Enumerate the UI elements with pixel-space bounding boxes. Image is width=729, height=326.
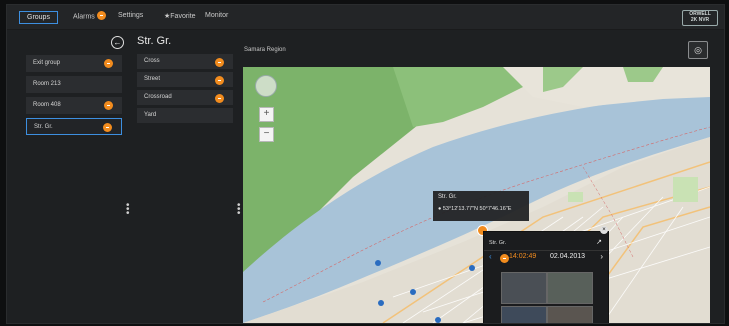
group-item-room-213[interactable]: Room 213	[26, 76, 122, 93]
brand-logo: ORWELL 2K NVR	[682, 10, 718, 26]
group-item-exit[interactable]: Exit group	[26, 55, 122, 72]
camera-thumbnail[interactable]	[501, 272, 547, 304]
camera-thumbnail[interactable]	[501, 306, 547, 323]
subgroup-item-label: Street	[144, 76, 161, 82]
groups-list: Exit group Room 213 Room 408 Str. Gr.	[26, 55, 122, 139]
camera-popup: Str. Gr. ↗ ‹ 14:02:49 02.04.2013 ›	[483, 231, 609, 323]
notification-badge-icon	[103, 123, 112, 132]
group-item-label: Room 408	[33, 102, 61, 108]
tab-alarms-label: Alarms	[73, 13, 95, 21]
group-item-label: Room 213	[33, 81, 61, 87]
resize-handle-icon[interactable]: • • •	[237, 201, 241, 219]
camera-name: Str. Gr.	[489, 240, 507, 246]
tab-settings[interactable]: Settings	[118, 12, 143, 19]
share-icon[interactable]: ↗	[596, 238, 602, 246]
notification-badge-icon	[215, 94, 224, 103]
back-arrow-icon[interactable]: ←	[111, 36, 124, 49]
notification-badge-icon	[104, 59, 113, 68]
brand-logo-line2: 2K NVR	[690, 17, 710, 23]
camera-thumbnail[interactable]	[547, 306, 593, 323]
camera-time: 14:02:49	[509, 253, 537, 260]
pan-control-icon[interactable]	[255, 75, 277, 97]
alarm-badge-icon	[96, 11, 106, 20]
group-item-str-gr[interactable]: Str. Gr.	[26, 118, 122, 135]
panel-title: Str. Gr.	[137, 35, 172, 47]
resize-handle-icon[interactable]: • • •	[126, 201, 130, 219]
tab-monitor[interactable]: Monitor	[205, 12, 228, 19]
top-nav-bar: Groups Alarms Settings ★Favorite Monitor…	[7, 5, 724, 30]
camera-thumbnail[interactable]	[547, 272, 593, 304]
app-window: Groups Alarms Settings ★Favorite Monitor…	[6, 4, 725, 324]
close-icon[interactable]: ×	[600, 226, 608, 234]
subgroups-list: Cross Street Crossroad Yard	[137, 54, 233, 126]
zoom-out-button[interactable]: −	[259, 127, 274, 142]
chevron-right-icon[interactable]: ›	[600, 252, 603, 261]
location-pin-icon: ●	[438, 206, 442, 212]
chevron-left-icon[interactable]: ‹	[489, 252, 492, 261]
camera-popup-header: Str. Gr. ↗	[484, 232, 608, 251]
notification-badge-icon	[215, 58, 224, 67]
tooltip-coords: 53°12'13.77"N 50°7'46.16"E	[442, 206, 512, 212]
subgroup-item-label: Crossroad	[144, 94, 172, 100]
subgroup-item-street[interactable]: Street	[137, 72, 233, 87]
locate-target-icon[interactable]: ◎	[688, 41, 708, 59]
subgroup-item-yard[interactable]: Yard	[137, 108, 233, 123]
tab-favorite[interactable]: ★Favorite	[164, 12, 196, 20]
notification-badge-icon	[215, 76, 224, 85]
notification-badge-icon	[104, 101, 113, 110]
subgroup-item-cross[interactable]: Cross	[137, 54, 233, 69]
zoom-in-button[interactable]: +	[259, 107, 274, 122]
group-item-label: Str. Gr.	[34, 124, 53, 130]
camera-time-row: ‹ 14:02:49 02.04.2013 ›	[484, 251, 608, 266]
tab-groups[interactable]: Groups	[19, 11, 58, 24]
region-title: Samara Region	[244, 47, 286, 53]
subgroup-item-crossroad[interactable]: Crossroad	[137, 90, 233, 105]
group-item-room-408[interactable]: Room 408	[26, 97, 122, 114]
subgroup-item-label: Cross	[144, 58, 160, 64]
tooltip-title: Str. Gr.	[438, 194, 457, 200]
tab-alarms[interactable]: Alarms	[73, 11, 106, 21]
alert-icon	[500, 254, 509, 263]
camera-date: 02.04.2013	[550, 253, 586, 260]
subgroup-item-label: Yard	[144, 112, 157, 118]
map-tooltip: Str. Gr. ● 53°12'13.77"N 50°7'46.16"E	[433, 191, 529, 221]
group-item-label: Exit group	[33, 60, 61, 66]
